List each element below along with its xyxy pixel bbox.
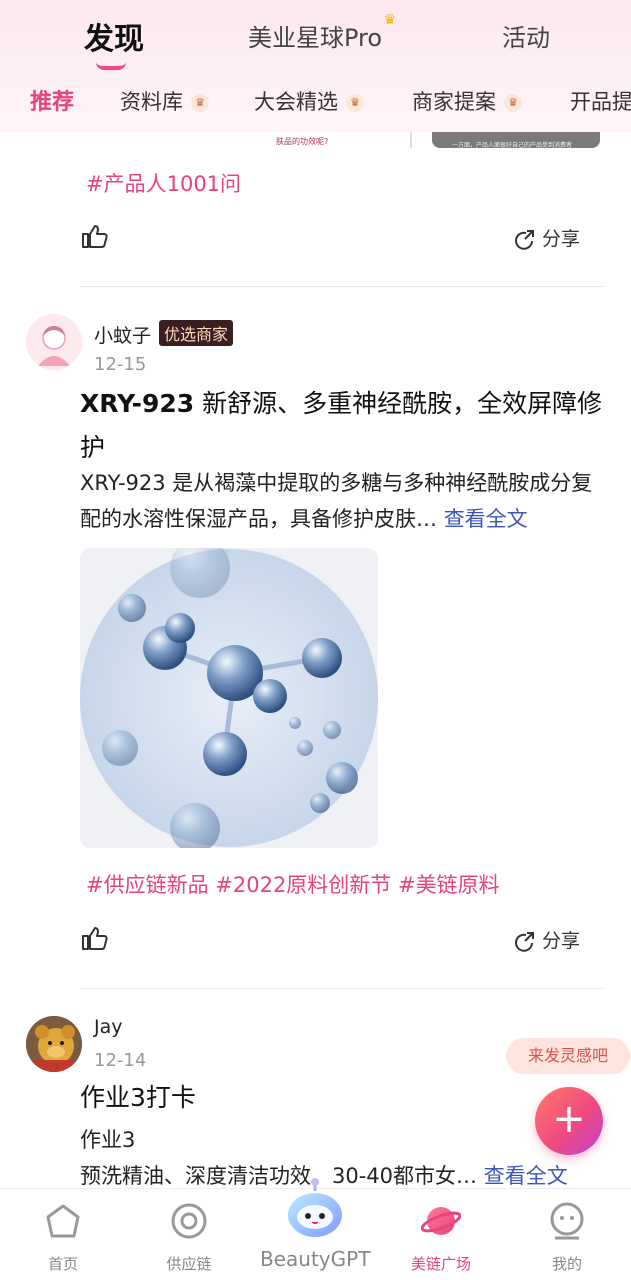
profile-icon [550, 1202, 584, 1240]
default-avatar-icon [26, 314, 82, 370]
share-button[interactable]: 分享 [514, 926, 580, 953]
merchant-badge: 优选商家 [159, 320, 234, 346]
post-tags[interactable]: #产品人1001问 [86, 168, 241, 198]
share-icon [515, 229, 534, 250]
nav-home[interactable]: 首页 [8, 1189, 118, 1280]
tab-activity[interactable]: 活动 [502, 18, 550, 53]
bear-avatar-icon [26, 1016, 82, 1072]
molecule-image [80, 548, 378, 848]
header: 发现 美业星球Pro ♛ 活动 推荐 资料库 ♛ 大会精选 ♛ 商家提案 ♛ 开品提 [0, 0, 631, 132]
share-button[interactable]: 分享 [514, 224, 580, 251]
create-post-button[interactable]: + [535, 1087, 603, 1155]
bottom-nav: 首页 供应链 BeautyGPT 美链广场 我的 [0, 1178, 631, 1280]
post-actions: 分享 [80, 222, 580, 252]
crown-icon: ♛ [383, 12, 397, 28]
nav-profile[interactable]: 我的 [512, 1189, 622, 1280]
previous-post-images[interactable]: 肤品的功效呢? 一方面，产品人面很好自己的产品受到消费者 [80, 132, 600, 150]
post-actions: 分享 [80, 924, 580, 954]
crown-badge-icon: ♛ [346, 94, 364, 112]
like-icon[interactable] [80, 924, 110, 952]
subtab-product-dev[interactable]: 开品提 [570, 86, 631, 116]
read-more-link[interactable]: 查看全文 [484, 1164, 568, 1188]
inspiration-tooltip[interactable]: 来发灵感吧 [506, 1038, 630, 1074]
post-title[interactable]: 作业3打卡 [80, 1076, 610, 1120]
avatar[interactable] [26, 314, 82, 370]
post-tags[interactable]: #供应链新品 #2022原料创新节 #美链原料 [86, 869, 500, 899]
divider [410, 132, 412, 148]
previous-post-image[interactable]: 一方面，产品人面很好自己的产品受到消费者 [432, 132, 600, 149]
post-date: 12-14 [94, 1050, 147, 1071]
subtab-library[interactable]: 资料库 ♛ [120, 86, 209, 116]
post-author[interactable]: 小蚊子 优选商家 [94, 320, 234, 348]
like-icon[interactable] [80, 222, 110, 250]
nav-meilian-plaza[interactable]: 美链广场 [386, 1189, 496, 1280]
active-tab-indicator [96, 62, 126, 70]
divider [80, 286, 604, 287]
planet-icon [421, 1207, 461, 1235]
sub-tabs: 推荐 资料库 ♛ 大会精选 ♛ 商家提案 ♛ 开品提 [0, 84, 631, 120]
read-more-link[interactable]: 查看全文 [444, 507, 528, 531]
crown-badge-icon: ♛ [504, 94, 522, 112]
home-icon [46, 1204, 80, 1238]
beautygpt-mascot-icon [288, 1178, 342, 1237]
subtab-conference[interactable]: 大会精选 ♛ [254, 86, 364, 116]
subtab-merchant-proposal[interactable]: 商家提案 ♛ [412, 86, 522, 116]
plus-icon: + [552, 1096, 586, 1142]
supply-icon [171, 1203, 207, 1239]
crown-badge-icon: ♛ [191, 94, 209, 112]
post-date: 12-15 [94, 354, 147, 375]
nav-beautygpt[interactable]: BeautyGPT [260, 1178, 370, 1280]
avatar[interactable] [26, 1016, 82, 1072]
tab-beauty-planet-pro[interactable]: 美业星球Pro ♛ [248, 12, 396, 53]
post-title[interactable]: XRY-923 新舒源、多重神经酰胺，全效屏障修护 [80, 382, 610, 470]
share-icon [515, 931, 534, 952]
feed[interactable]: 肤品的功效呢? 一方面，产品人面很好自己的产品受到消费者 #产品人1001问 分… [0, 132, 631, 1188]
subtab-recommend[interactable]: 推荐 [30, 84, 74, 116]
post-image[interactable] [80, 548, 378, 848]
post-author[interactable]: Jay [94, 1016, 123, 1038]
post-body[interactable]: XRY-923 是从褐藻中提取的多糖与多种神经酰胺成分复配的水溶性保湿产品，具备… [80, 465, 610, 537]
top-tabs: 发现 美业星球Pro ♛ 活动 [0, 12, 631, 70]
divider [80, 988, 604, 989]
nav-supply-chain[interactable]: 供应链 [134, 1189, 244, 1280]
tab-discover[interactable]: 发现 [84, 14, 144, 70]
